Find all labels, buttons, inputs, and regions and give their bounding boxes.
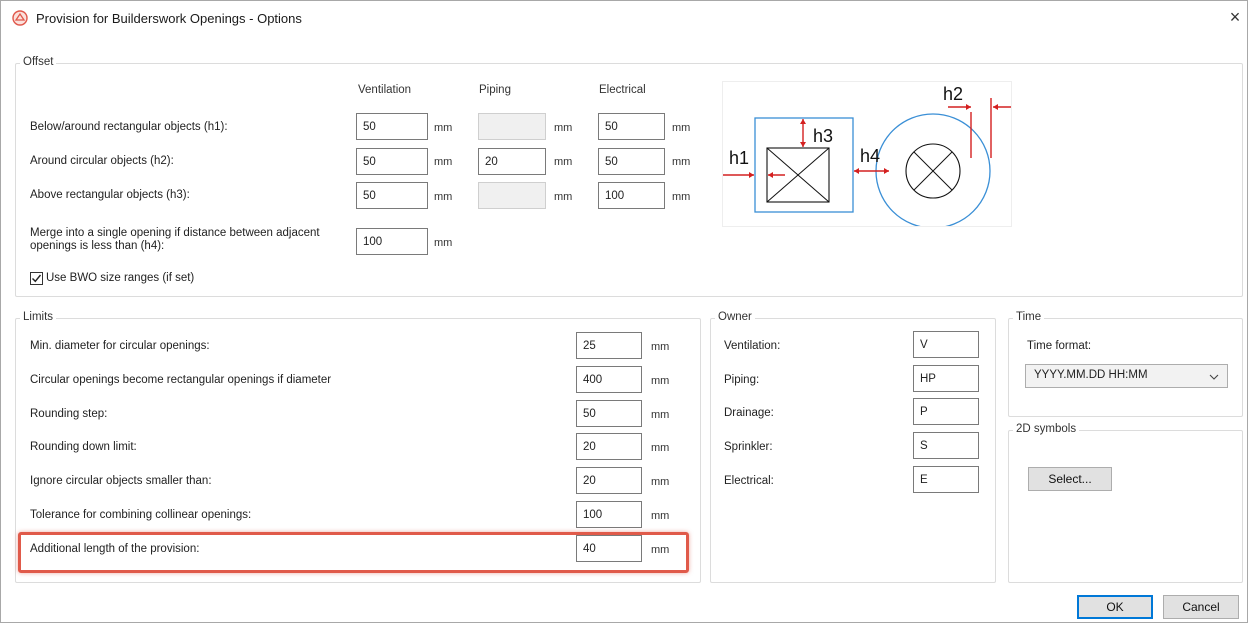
use-bwo-checkbox[interactable] bbox=[30, 272, 43, 285]
limit-row-label-0: Min. diameter for circular openings: bbox=[30, 340, 210, 352]
offset-group bbox=[15, 63, 1243, 297]
options-dialog: Provision for Builderswork Openings - Op… bbox=[0, 0, 1248, 623]
owner-group-label: Owner bbox=[715, 311, 755, 323]
h1-piping-input bbox=[478, 113, 546, 140]
h3-ventilation-unit: mm bbox=[434, 191, 453, 203]
limit-unit-1: mm bbox=[651, 375, 670, 387]
limit-row-label-4: Ignore circular objects smaller than: bbox=[30, 475, 212, 487]
col-piping: Piping bbox=[479, 84, 511, 96]
owner-label-1: Piping: bbox=[724, 374, 760, 386]
owner-label-2: Drainage: bbox=[724, 407, 774, 419]
symbols-group bbox=[1008, 430, 1243, 583]
owner-label-0: Ventilation: bbox=[724, 340, 781, 352]
checkmark-icon bbox=[32, 274, 42, 283]
diagram-h3: h3 bbox=[813, 126, 833, 146]
h2-ventilation-input[interactable] bbox=[356, 148, 428, 175]
app-logo-icon bbox=[12, 10, 28, 26]
limit-row-label-2: Rounding step: bbox=[30, 408, 108, 420]
time-group-label: Time bbox=[1013, 311, 1045, 323]
col-electrical: Electrical bbox=[599, 84, 646, 96]
h1-ventilation-unit: mm bbox=[434, 122, 453, 134]
owner-input-0[interactable] bbox=[913, 331, 979, 358]
merge-unit: mm bbox=[434, 237, 453, 249]
limit-row-label-6: Additional length of the provision: bbox=[30, 543, 200, 555]
time-format-value: YYYY.MM.DD HH:MM bbox=[1034, 369, 1148, 381]
use-bwo-label: Use BWO size ranges (if set) bbox=[46, 272, 195, 284]
h2-electrical-input[interactable] bbox=[598, 148, 665, 175]
h3-piping-unit: mm bbox=[554, 191, 573, 203]
ok-button[interactable]: OK bbox=[1077, 595, 1153, 619]
limit-input-2[interactable] bbox=[576, 400, 642, 427]
time-format-label: Time format: bbox=[1027, 340, 1092, 352]
offset-diagram: h1 h2 h3 h4 bbox=[723, 82, 1011, 226]
time-format-select[interactable]: YYYY.MM.DD HH:MM bbox=[1025, 364, 1228, 388]
title-bar: Provision for Builderswork Openings - Op… bbox=[1, 1, 1247, 35]
diagram-h4: h4 bbox=[860, 146, 880, 166]
limit-input-5[interactable] bbox=[576, 501, 642, 528]
owner-input-2[interactable] bbox=[913, 398, 979, 425]
limit-unit-6: mm bbox=[651, 544, 670, 556]
limit-input-6[interactable] bbox=[576, 535, 642, 562]
h1-electrical-unit: mm bbox=[672, 122, 691, 134]
h1-piping-unit: mm bbox=[554, 122, 573, 134]
owner-input-1[interactable] bbox=[913, 365, 979, 392]
owner-input-3[interactable] bbox=[913, 432, 979, 459]
limit-unit-2: mm bbox=[651, 409, 670, 421]
limit-unit-3: mm bbox=[651, 442, 670, 454]
symbols-group-label: 2D symbols bbox=[1013, 423, 1080, 435]
diagram-h2: h2 bbox=[943, 84, 963, 104]
limit-input-0[interactable] bbox=[576, 332, 642, 359]
h2-ventilation-unit: mm bbox=[434, 156, 453, 168]
h2-label: Around circular objects (h2): bbox=[30, 155, 174, 167]
owner-label-3: Sprinkler: bbox=[724, 441, 773, 453]
h2-piping-unit: mm bbox=[554, 156, 573, 168]
limit-row-label-1: Circular openings become rectangular ope… bbox=[30, 374, 332, 386]
limit-input-1[interactable] bbox=[576, 366, 642, 393]
window-title: Provision for Builderswork Openings - Op… bbox=[36, 11, 302, 26]
limit-unit-0: mm bbox=[651, 341, 670, 353]
h1-ventilation-input[interactable] bbox=[356, 113, 428, 140]
owner-label-4: Electrical: bbox=[724, 475, 774, 487]
h3-label: Above rectangular objects (h3): bbox=[30, 189, 190, 201]
h3-ventilation-input[interactable] bbox=[356, 182, 428, 209]
limit-input-3[interactable] bbox=[576, 433, 642, 460]
merge-input[interactable] bbox=[356, 228, 428, 255]
h3-electrical-unit: mm bbox=[672, 191, 691, 203]
h2-electrical-unit: mm bbox=[672, 156, 691, 168]
limit-row-label-5: Tolerance for combining collinear openin… bbox=[30, 509, 252, 521]
offset-group-label: Offset bbox=[20, 56, 57, 68]
h1-label: Below/around rectangular objects (h1): bbox=[30, 121, 228, 133]
limits-group-label: Limits bbox=[20, 311, 57, 323]
limit-input-4[interactable] bbox=[576, 467, 642, 494]
h1-electrical-input[interactable] bbox=[598, 113, 665, 140]
h3-piping-input bbox=[478, 182, 546, 209]
h3-electrical-input[interactable] bbox=[598, 182, 665, 209]
close-icon[interactable]: × bbox=[1223, 5, 1247, 29]
chevron-down-icon bbox=[1209, 374, 1219, 380]
offset-diagram-svg: h1 h2 h3 h4 bbox=[723, 84, 1011, 226]
merge-label: Merge into a single opening if distance … bbox=[30, 227, 320, 252]
diagram-h1: h1 bbox=[729, 148, 749, 168]
limit-unit-4: mm bbox=[651, 476, 670, 488]
h2-piping-input[interactable] bbox=[478, 148, 546, 175]
limit-row-label-3: Rounding down limit: bbox=[30, 441, 137, 453]
select-symbols-button[interactable]: Select... bbox=[1028, 467, 1112, 491]
limit-unit-5: mm bbox=[651, 510, 670, 522]
cancel-button[interactable]: Cancel bbox=[1163, 595, 1239, 619]
owner-input-4[interactable] bbox=[913, 466, 979, 493]
col-ventilation: Ventilation bbox=[358, 84, 412, 96]
